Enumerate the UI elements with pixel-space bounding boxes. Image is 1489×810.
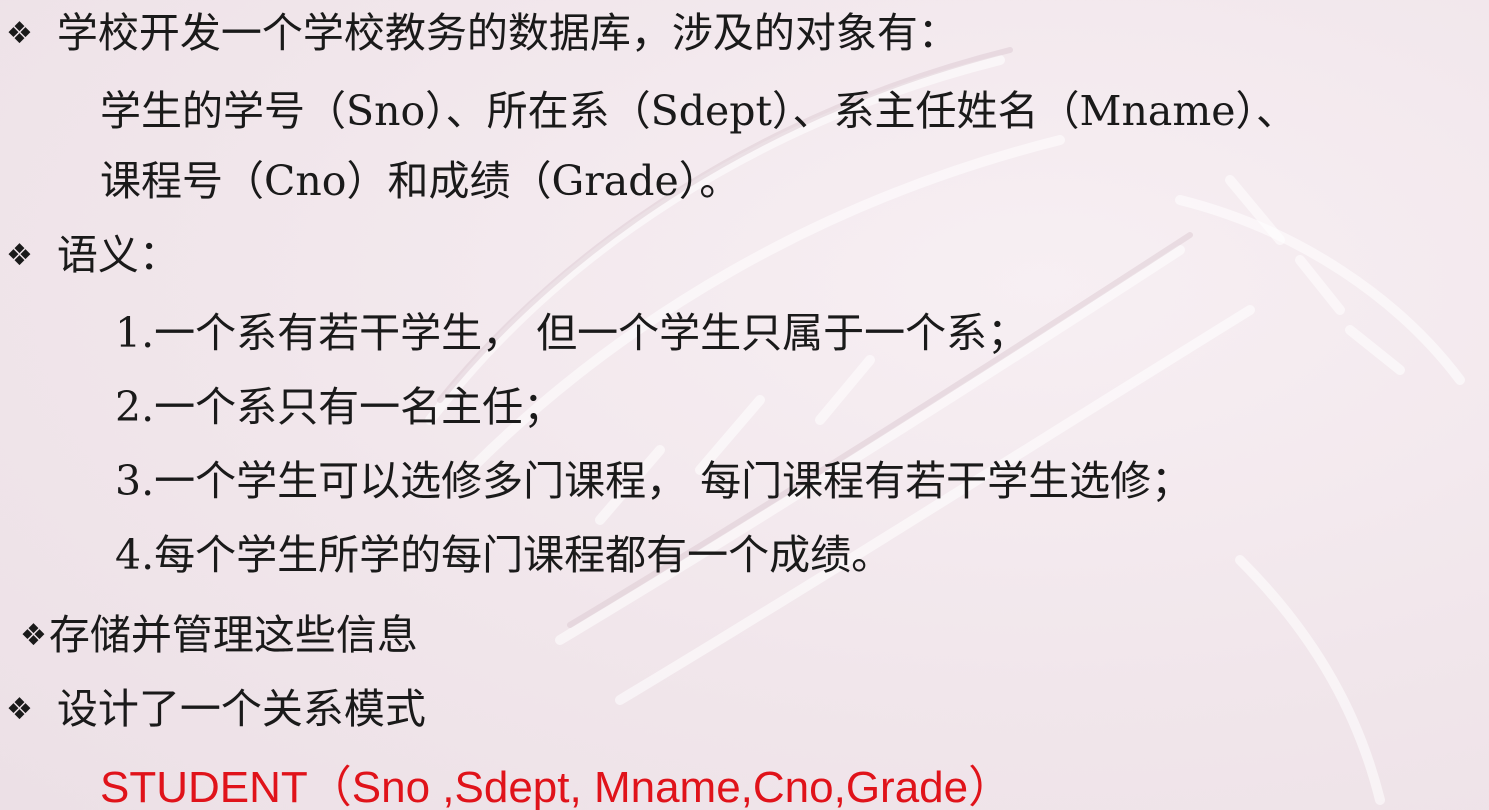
design-bullet-line: ❖ 设计了一个关系模式 bbox=[6, 684, 426, 735]
semantics-item-3: 3.一个学生可以选修多门课程， 每门课程有若干学生选修； bbox=[115, 457, 1193, 505]
semantics-item-1: 1.一个系有若干学生， 但一个学生只属于一个系； bbox=[115, 309, 1029, 357]
diamond-bullet-icon: ❖ bbox=[20, 618, 47, 653]
store-bullet-line: ❖存储并管理这些信息 bbox=[20, 610, 418, 661]
diamond-bullet-icon: ❖ bbox=[6, 16, 33, 51]
diamond-bullet-icon: ❖ bbox=[6, 692, 33, 727]
store-heading: 存储并管理这些信息 bbox=[48, 611, 418, 659]
relation-schema: STUDENT（Sno ,Sdept, Mname,Cno,Grade） bbox=[100, 763, 1013, 810]
semantics-heading: 语义： bbox=[56, 231, 180, 279]
slide-content: ❖ 学校开发一个学校教务的数据库，涉及的对象有： 学生的学号（Sno）、所在系（S… bbox=[0, 0, 1489, 810]
semantics-item-2: 2.一个系只有一名主任； bbox=[115, 383, 565, 431]
semantics-bullet-line: ❖ 语义： bbox=[6, 230, 180, 281]
diamond-bullet-icon: ❖ bbox=[6, 238, 33, 273]
semantics-item-4: 4.每个学生所学的每门课程都有一个成绩。 bbox=[115, 531, 893, 579]
design-heading: 设计了一个关系模式 bbox=[56, 685, 426, 733]
objects-heading: 学校开发一个学校教务的数据库，涉及的对象有： bbox=[56, 9, 959, 57]
objects-line-1: 学生的学号（Sno）、所在系（Sdept）、系主任姓名（Mname）、 bbox=[100, 87, 1297, 135]
objects-line-2: 课程号（Cno）和成绩（Grade）。 bbox=[100, 157, 741, 205]
objects-bullet-line: ❖ 学校开发一个学校教务的数据库，涉及的对象有： bbox=[6, 8, 959, 59]
